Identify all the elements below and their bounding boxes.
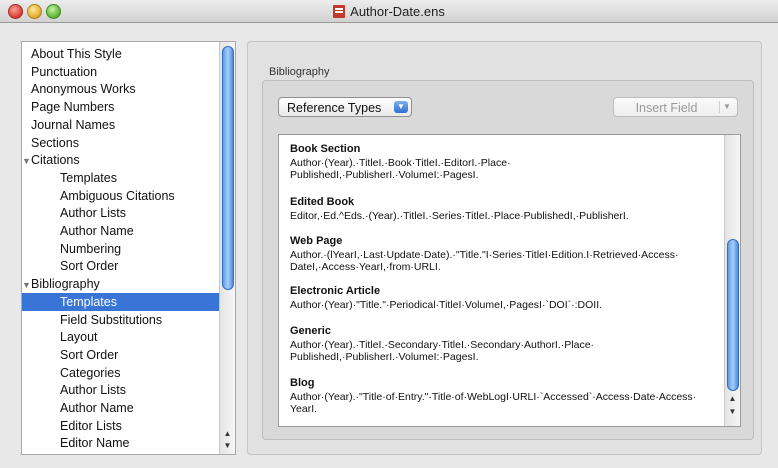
- sidebar-item[interactable]: Page Numbers: [22, 98, 227, 116]
- sidebar-item[interactable]: ▼Citations: [22, 151, 227, 169]
- sidebar-scrollbar[interactable]: ▲ ▼: [219, 42, 235, 454]
- sidebar-item-label: Editor Lists: [60, 418, 122, 433]
- sidebar-item-label: Numbering: [60, 241, 122, 256]
- sidebar-item-label: Citations: [31, 153, 80, 168]
- entry-title: Blog: [290, 377, 315, 389]
- style-sidebar: About This Style Punctuation Anonymous Wor…: [21, 41, 236, 455]
- sidebar-item-label: Author Name: [60, 224, 134, 238]
- sidebar-item[interactable]: About This Style: [22, 45, 227, 63]
- sidebar-item[interactable]: Field Substitutions: [22, 311, 235, 329]
- sidebar-item-label: Author Lists: [60, 383, 127, 398]
- entry-template-line: PublishedI,·PublisherI.·VolumeI:·PagesI.: [290, 169, 479, 181]
- sidebar-item-label: Editor Name: [60, 436, 130, 451]
- sidebar-item-label: Field Substitutions: [60, 312, 163, 327]
- sidebar-item-label: Sort Order: [60, 347, 119, 362]
- sidebar-item[interactable]: Sections: [22, 134, 227, 152]
- sidebar-item[interactable]: Templates: [22, 169, 235, 187]
- sidebar-item[interactable]: Templates: [22, 292, 235, 311]
- sidebar-item-label: Sort Order: [60, 259, 119, 274]
- sidebar-item-label: Author Lists: [60, 206, 127, 221]
- sidebar-item[interactable]: Categories: [22, 364, 235, 382]
- template-entry: Edited Book Editor,·Ed.^Eds.·(Year).·Titl…: [290, 196, 720, 222]
- scroll-down-arrow-icon[interactable]: ▼: [725, 406, 740, 418]
- chevron-down-icon: ▼: [394, 101, 408, 113]
- sidebar-item-label: Bibliography: [31, 277, 100, 292]
- entry-title: Electronic Article: [290, 285, 381, 297]
- scroll-up-arrow-icon[interactable]: ▲: [725, 393, 740, 405]
- sidebar-item-label: Punctuation: [31, 64, 98, 79]
- entry-title: Book Section: [290, 143, 361, 155]
- sidebar-item-label: Page Numbers: [31, 100, 115, 115]
- sidebar-item[interactable]: Author Name: [22, 399, 235, 417]
- entry-template-line: Author·(Year)·"Title."·Periodical·TitleI…: [290, 299, 603, 311]
- sidebar-item-label: Templates: [60, 170, 117, 185]
- template-entry: Web Page Author.·(lYearI,·Last·Update·Dat…: [290, 235, 720, 273]
- sidebar-item-label: Anonymous Works: [31, 82, 136, 97]
- sidebar-item[interactable]: Author Lists: [22, 204, 235, 222]
- sidebar-item[interactable]: Editor Lists: [22, 417, 235, 435]
- entry-template-line: Author.·(lYearI,·Last·Update·Date).·"Tit…: [290, 249, 679, 261]
- template-entry: Electronic Article Author·(Year)·"Title."…: [290, 285, 720, 311]
- sidebar-item[interactable]: Sort Order: [22, 257, 235, 275]
- template-entry: Book Section Author·(Year).·TitleI.·Book·…: [290, 143, 720, 181]
- sidebar-item[interactable]: Ambiguous Citations: [22, 187, 235, 205]
- sidebar-item-label: Author Name: [60, 401, 134, 415]
- chevron-down-icon: ▼: [719, 101, 734, 113]
- sidebar-scroll-thumb[interactable]: [222, 46, 234, 290]
- template-scroll-thumb[interactable]: [727, 239, 739, 391]
- disclosure-triangle-icon[interactable]: ▼: [22, 152, 31, 170]
- entry-template-line: YearI.: [290, 403, 318, 415]
- sidebar-item-label: Ambiguous Citations: [60, 188, 175, 203]
- entry-template-line: Author·(Year).·"Title·of·Entry."·Title·o…: [290, 391, 697, 403]
- entry-template-line: DateI,·Access·YearI,·from·URLI.: [290, 261, 441, 273]
- sidebar-item[interactable]: Numbering: [22, 240, 235, 258]
- sidebar-item[interactable]: Author Lists: [22, 381, 235, 399]
- sidebar-item[interactable]: ▼Bibliography: [22, 275, 227, 293]
- sidebar-item-label: Sections: [31, 135, 79, 150]
- insert-field-label: Insert Field: [635, 101, 698, 115]
- window-title: Author-Date.ens: [0, 4, 778, 19]
- entry-template-line: Author·(Year).·TitleI.·Secondary·TitleI.…: [290, 339, 595, 351]
- sidebar-item[interactable]: Author Name: [22, 222, 235, 240]
- sidebar-item[interactable]: Editor Name: [22, 434, 235, 452]
- scroll-up-arrow-icon[interactable]: ▲: [220, 428, 235, 440]
- window-title-text: Author-Date.ens: [350, 4, 445, 19]
- entry-title: Generic: [290, 325, 331, 337]
- disclosure-triangle-icon[interactable]: ▼: [22, 276, 31, 294]
- template-scrollbar[interactable]: ▲ ▼: [724, 135, 740, 426]
- entry-title: Edited Book: [290, 196, 355, 208]
- sidebar-item-label: Journal Names: [31, 117, 116, 132]
- group-label: Bibliography: [269, 66, 330, 78]
- sidebar-item-label: Templates: [60, 294, 117, 309]
- scroll-down-arrow-icon[interactable]: ▼: [220, 440, 235, 452]
- entry-template-line: PublishedI,·PublisherI.·VolumeI:·PagesI.: [290, 351, 479, 363]
- sidebar-item-label: Layout: [60, 330, 98, 345]
- sidebar-item[interactable]: Journal Names: [22, 116, 227, 134]
- sidebar-item-label: About This Style: [31, 47, 122, 61]
- entry-title: Web Page: [290, 235, 343, 247]
- reference-types-popup[interactable]: Reference Types ▼: [278, 97, 412, 117]
- document-icon: [333, 5, 346, 18]
- title-bar: Author-Date.ens: [0, 0, 778, 23]
- sidebar-item-label: Categories: [60, 365, 121, 380]
- reference-types-label: Reference Types: [287, 101, 382, 115]
- sidebar-item[interactable]: Anonymous Works: [22, 80, 227, 98]
- sidebar-item[interactable]: Sort Order: [22, 346, 235, 364]
- sidebar-item[interactable]: Layout: [22, 328, 235, 346]
- entry-template-line: Author·(Year).·TitleI.·Book·TitleI.·Edit…: [290, 157, 511, 169]
- template-text-view[interactable]: Book Section Author·(Year).·TitleI.·Book·…: [278, 134, 741, 427]
- sidebar-item[interactable]: Punctuation: [22, 63, 227, 81]
- template-entry: Blog Author·(Year).·"Title·of·Entry."·Tit…: [290, 377, 720, 415]
- template-entry: Generic Author·(Year).·TitleI.·Secondary·…: [290, 325, 720, 363]
- entry-template-line: Editor,·Ed.^Eds.·(Year).·TitleI.·Series·…: [290, 210, 629, 222]
- insert-field-popup: Insert Field ▼: [613, 97, 738, 117]
